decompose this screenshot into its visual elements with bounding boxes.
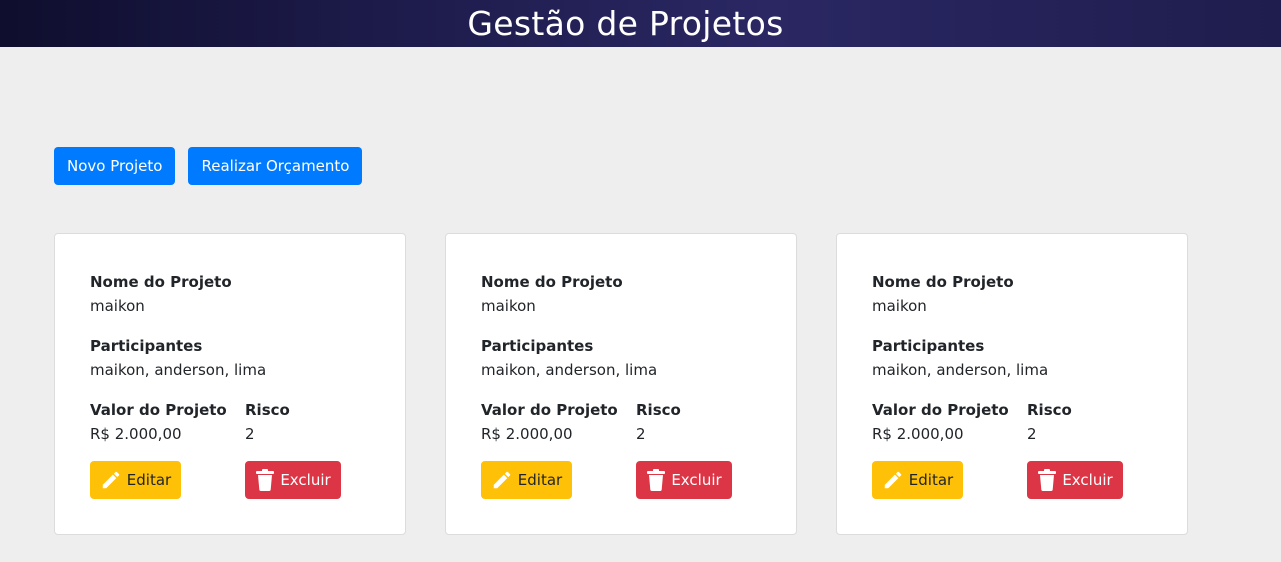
- pencil-icon: [882, 469, 904, 491]
- project-name-label: Nome do Projeto: [872, 273, 1014, 291]
- project-name-label: Nome do Projeto: [481, 273, 623, 291]
- participants-value: maikon, anderson, lima: [90, 361, 267, 379]
- risk-value: 2: [1027, 425, 1037, 443]
- budget-button[interactable]: Realizar Orçamento: [188, 147, 363, 185]
- participants-label: Participantes: [481, 337, 594, 355]
- trash-icon: [646, 469, 666, 491]
- participants-label: Participantes: [872, 337, 985, 355]
- risk-label: Risco: [1027, 401, 1072, 419]
- project-value-label: Valor do Projeto: [90, 401, 227, 419]
- app-header: Gestão de Projetos: [0, 0, 1281, 47]
- risk-value: 2: [245, 425, 255, 443]
- project-value-label: Valor do Projeto: [481, 401, 618, 419]
- risk-value: 2: [636, 425, 646, 443]
- delete-button-label: Excluir: [280, 471, 331, 489]
- project-value-value: R$ 2.000,00: [481, 425, 573, 443]
- project-value-value: R$ 2.000,00: [872, 425, 964, 443]
- project-value-value: R$ 2.000,00: [90, 425, 182, 443]
- trash-icon: [255, 469, 275, 491]
- participants-label: Participantes: [90, 337, 203, 355]
- delete-button[interactable]: Excluir: [636, 461, 732, 499]
- new-project-button[interactable]: Novo Projeto: [54, 147, 176, 185]
- page-title: Gestão de Projetos: [467, 4, 784, 43]
- project-name-value: maikon: [872, 297, 927, 315]
- edit-button-label: Editar: [517, 471, 563, 489]
- project-name-label: Nome do Projeto: [90, 273, 232, 291]
- edit-button[interactable]: Editar: [90, 461, 181, 499]
- edit-button-label: Editar: [908, 471, 954, 489]
- delete-button-label: Excluir: [671, 471, 722, 489]
- delete-button[interactable]: Excluir: [1027, 461, 1123, 499]
- risk-label: Risco: [245, 401, 290, 419]
- project-value-label: Valor do Projeto: [872, 401, 1009, 419]
- pencil-icon: [491, 469, 513, 491]
- edit-button[interactable]: Editar: [481, 461, 572, 499]
- participants-value: maikon, anderson, lima: [481, 361, 658, 379]
- edit-button-label: Editar: [126, 471, 172, 489]
- risk-label: Risco: [636, 401, 681, 419]
- project-name-value: maikon: [90, 297, 145, 315]
- project-name-value: maikon: [481, 297, 536, 315]
- project-card-list: Nome do Projeto maikon Participantes mai…: [54, 233, 1188, 535]
- pencil-icon: [100, 469, 122, 491]
- trash-icon: [1037, 469, 1057, 491]
- delete-button-label: Excluir: [1062, 471, 1113, 489]
- delete-button[interactable]: Excluir: [245, 461, 341, 499]
- participants-value: maikon, anderson, lima: [872, 361, 1049, 379]
- project-card: Nome do Projeto maikon Participantes mai…: [445, 233, 797, 535]
- edit-button[interactable]: Editar: [872, 461, 963, 499]
- project-card: Nome do Projeto maikon Participantes mai…: [54, 233, 406, 535]
- project-card: Nome do Projeto maikon Participantes mai…: [836, 233, 1188, 535]
- toolbar: Novo Projeto Realizar Orçamento: [54, 147, 363, 185]
